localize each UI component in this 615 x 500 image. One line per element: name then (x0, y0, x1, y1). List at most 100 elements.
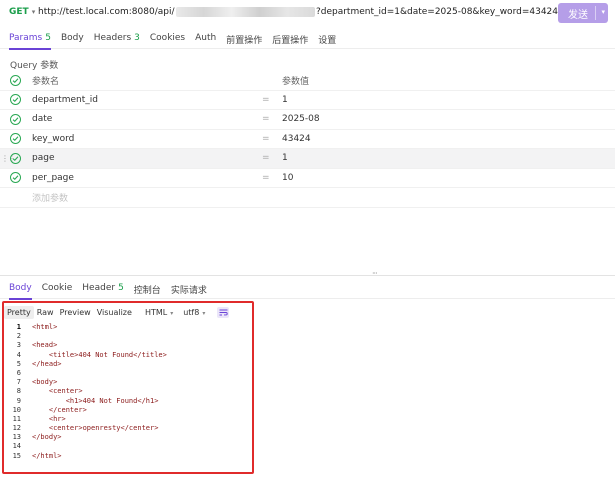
check-circle-icon[interactable] (10, 133, 21, 145)
method-label: GET (9, 7, 29, 17)
equals-sign: = (262, 114, 270, 125)
param-name[interactable]: key_word (32, 134, 74, 144)
response-view-toolbar: Pretty Raw Preview Visualize HTML ▾ utf8 ▾ (4, 306, 230, 319)
param-row: per_page = 10 (0, 169, 615, 188)
equals-sign: = (262, 172, 270, 183)
tab-params[interactable]: Params 5 (9, 27, 51, 50)
format-select[interactable]: HTML ▾ (145, 308, 173, 317)
code-line: 8 <center> (4, 387, 250, 396)
wrap-lines-icon[interactable] (217, 307, 230, 318)
code-line: 15 </html> (4, 452, 250, 461)
column-header-name: 参数名 (32, 76, 60, 87)
code-text: <body> (32, 378, 58, 387)
line-number: 11 (12, 414, 21, 423)
check-circle-icon[interactable] (10, 74, 21, 86)
check-circle-icon[interactable] (10, 94, 21, 106)
code-text: <title>404 Not Found</title> (32, 350, 167, 359)
query-section-label: Query 参数 (10, 61, 59, 71)
tab-label: Cookies (149, 33, 186, 43)
param-value[interactable]: 43424 (282, 134, 311, 144)
code-line: 6 (4, 369, 250, 378)
code-text: <center> (32, 387, 83, 396)
code-text: <hr> (32, 414, 66, 423)
tab-count: 5 (118, 283, 124, 293)
tab-count: 5 (45, 33, 51, 43)
line-number: 14 (12, 442, 21, 451)
tab-headers[interactable]: Headers 3 (94, 27, 140, 49)
check-circle-icon[interactable] (10, 152, 21, 164)
view-preview-button[interactable]: Preview (57, 306, 94, 319)
code-line: 2 (4, 332, 250, 341)
param-value[interactable]: 2025-08 (282, 114, 320, 124)
line-number: 13 (12, 433, 21, 442)
tab-label: 后置操作 (272, 36, 309, 46)
code-text: </center> (32, 405, 87, 414)
check-circle-icon[interactable] (10, 172, 21, 184)
splitter-grip-icon[interactable]: ··· (372, 269, 378, 278)
code-line: 9 <h1>404 Not Found</h1> (4, 397, 250, 406)
add-param-row[interactable]: 添加参数 (0, 188, 615, 208)
param-value[interactable]: 1 (282, 95, 288, 105)
param-name[interactable]: per_page (32, 173, 74, 183)
code-line: 12 <center>openresty</center> (4, 424, 250, 433)
line-number: 10 (12, 405, 21, 414)
param-value[interactable]: 1 (282, 153, 288, 163)
equals-sign: = (262, 94, 270, 105)
params-header-row: 参数名 参数值 (0, 71, 615, 91)
tab-response-body[interactable]: Body (9, 278, 32, 300)
param-row: key_word = 43424 (0, 130, 615, 149)
tab-actual-request[interactable]: 实际请求 (171, 278, 207, 299)
tab-response-cookie[interactable]: Cookie (42, 278, 73, 299)
tab-auth[interactable]: Auth (195, 27, 216, 49)
chevron-down-icon[interactable]: ▾ (601, 8, 605, 16)
url-redacted-segment (175, 7, 315, 17)
tab-label: 设置 (318, 36, 337, 46)
code-line: 10 </center> (4, 406, 250, 415)
line-number: 6 (16, 368, 21, 377)
tab-settings[interactable]: 设置 (318, 27, 336, 49)
param-value[interactable]: 10 (282, 173, 293, 183)
request-bar: GET ▾ http://test.local.com:8080/api/ ?d… (4, 3, 613, 23)
code-line: 7 <body> (4, 378, 250, 387)
url-end: ?department_id=1&date=2025-08&key_word=4… (315, 7, 558, 17)
request-tabs: Params 5 Body Headers 3 Cookies Auth 前置操作 … (0, 27, 615, 50)
code-text: </head> (32, 359, 62, 368)
view-visualize-button[interactable]: Visualize (94, 306, 135, 319)
line-number: 3 (16, 341, 21, 350)
add-param-placeholder[interactable]: 添加参数 (32, 191, 68, 204)
tab-label: Params (9, 33, 43, 43)
tab-console[interactable]: 控制台 (134, 278, 161, 299)
line-number: 12 (12, 424, 21, 433)
tab-cookies[interactable]: Cookies (150, 27, 185, 49)
param-name[interactable]: page (32, 153, 54, 163)
code-line: 1 <html> (4, 323, 250, 332)
param-name[interactable]: date (32, 114, 52, 124)
view-raw-button[interactable]: Raw (34, 306, 57, 319)
method-select[interactable]: GET ▾ (4, 3, 38, 21)
tab-body[interactable]: Body (61, 27, 84, 49)
code-line: 3 <head> (4, 341, 250, 350)
tab-pre-operations[interactable]: 前置操作 (226, 27, 262, 49)
tab-label: 控制台 (133, 286, 161, 296)
tab-response-header[interactable]: Header 5 (82, 278, 124, 299)
tab-post-operations[interactable]: 后置操作 (272, 27, 308, 49)
code-line: 5 </head> (4, 360, 250, 369)
view-pretty-button[interactable]: Pretty (4, 306, 34, 319)
code-line: 13 </body> (4, 433, 250, 442)
chevron-down-icon: ▾ (31, 8, 36, 16)
tab-label: Body (60, 33, 84, 43)
encoding-select[interactable]: utf8 ▾ (183, 308, 205, 317)
tab-label: 前置操作 (226, 36, 263, 46)
param-name[interactable]: department_id (32, 95, 98, 105)
column-header-value: 参数值 (282, 76, 310, 87)
param-row: ⋮⋮ page = 1 (0, 149, 615, 169)
tab-label: 实际请求 (170, 286, 207, 296)
send-button[interactable]: 发送 ▾ (558, 3, 608, 23)
tab-label: Header (82, 283, 116, 293)
url-start: http://test.local.com:8080/api/ (38, 7, 175, 17)
check-circle-icon[interactable] (10, 113, 21, 125)
tab-label: Auth (195, 33, 217, 43)
panel-splitter[interactable] (0, 275, 615, 276)
url-input[interactable]: http://test.local.com:8080/api/ ?departm… (38, 3, 558, 21)
response-code-view[interactable]: 1 <html> 2 3 <head> 4 <title>404 Not Found… (4, 323, 250, 461)
